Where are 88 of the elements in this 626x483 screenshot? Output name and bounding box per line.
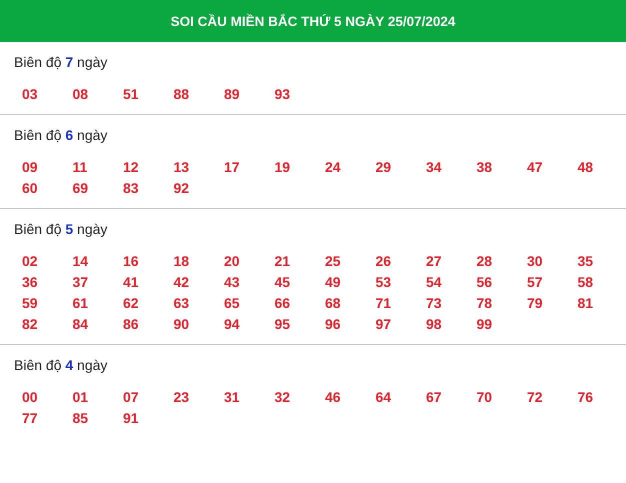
lottery-number: 38: [476, 159, 494, 176]
lottery-number: 35: [578, 253, 594, 270]
section-title: Biên độ 7 ngày: [13, 53, 108, 72]
lottery-number: 27: [426, 253, 443, 270]
lottery-number: 67: [426, 389, 443, 406]
lottery-number: 78: [476, 295, 494, 312]
lottery-number: 71: [376, 295, 392, 312]
lottery-number: 92: [174, 180, 190, 197]
lottery-number: 14: [72, 253, 90, 270]
lottery-number: 19: [274, 159, 292, 176]
lottery-number: 65: [224, 295, 241, 312]
lottery-number: 90: [174, 316, 190, 333]
lottery-number: 98: [426, 316, 443, 333]
lottery-number: 96: [325, 316, 342, 333]
lottery-number: 12: [123, 159, 140, 176]
lottery-number: 07: [123, 389, 140, 406]
lottery-number: 34: [426, 159, 443, 176]
lottery-number: 84: [72, 316, 90, 333]
lottery-number: 37: [72, 274, 90, 291]
section-title: Biên độ 5 ngày: [13, 220, 108, 239]
lottery-number: 09: [22, 159, 39, 176]
lottery-number: 48: [578, 159, 594, 176]
lottery-number: 00: [22, 389, 39, 406]
lottery-number: 41: [123, 274, 140, 291]
lottery-number: 43: [224, 274, 241, 291]
lottery-number: 11: [72, 159, 88, 176]
lottery-number: 89: [224, 86, 241, 103]
lottery-number: 28: [476, 253, 494, 270]
lottery-number: 08: [72, 86, 90, 103]
lottery-number: 68: [325, 295, 342, 312]
lottery-number: 29: [376, 159, 392, 176]
lottery-number: 54: [426, 274, 443, 291]
lottery-number: 30: [527, 253, 544, 270]
lottery-number: 86: [123, 316, 140, 333]
lottery-number: 97: [376, 316, 392, 333]
lottery-number: 42: [174, 274, 190, 291]
lottery-number: 32: [274, 389, 292, 406]
lottery-number: 73: [426, 295, 443, 312]
lottery-number: 88: [174, 86, 190, 103]
lottery-number: 72: [527, 389, 544, 406]
header-title: SOI CẦU MIỀN BẮC THỨ 5 NGÀY 25/07/2024: [170, 14, 456, 28]
lottery-number: 83: [123, 180, 140, 197]
lottery-number: 62: [123, 295, 140, 312]
lottery-number: 76: [578, 389, 594, 406]
lottery-number: 61: [72, 295, 90, 312]
lottery-number: 58: [578, 274, 594, 291]
lottery-number: 02: [22, 253, 39, 270]
lottery-number: 53: [376, 274, 392, 291]
lottery-number: 77: [22, 410, 39, 427]
lottery-number: 57: [527, 274, 544, 291]
lottery-number: 56: [476, 274, 494, 291]
lottery-number: 46: [325, 389, 342, 406]
lottery-number: 66: [274, 295, 292, 312]
lottery-number: 23: [174, 389, 190, 406]
lottery-number: 03: [22, 86, 39, 103]
lottery-number: 85: [72, 410, 90, 427]
lottery-number: 20: [224, 253, 241, 270]
lottery-number: 25: [325, 253, 342, 270]
lottery-number: 94: [224, 316, 241, 333]
lottery-number: 82: [22, 316, 39, 333]
lottery-number: 69: [72, 180, 90, 197]
lottery-number: 70: [476, 389, 494, 406]
lottery-number: 51: [123, 86, 140, 103]
lottery-number: 01: [72, 389, 90, 406]
lottery-number: 60: [22, 180, 39, 197]
lottery-number: 63: [174, 295, 190, 312]
lottery-number: 93: [274, 86, 292, 103]
lottery-number: 24: [325, 159, 342, 176]
lottery-number: 36: [22, 274, 39, 291]
lottery-number: 79: [527, 295, 544, 312]
lottery-number: 99: [476, 316, 494, 333]
lottery-number: 45: [274, 274, 292, 291]
lottery-number: 16: [123, 253, 140, 270]
lottery-number: 91: [123, 410, 140, 427]
lottery-number: 95: [274, 316, 292, 333]
lottery-number: 81: [578, 295, 594, 312]
lottery-number: 17: [224, 159, 241, 176]
lottery-number: 26: [376, 253, 392, 270]
lottery-number: 47: [527, 159, 544, 176]
lottery-number: 64: [376, 389, 392, 406]
section-title: Biên độ 6 ngày: [13, 126, 108, 145]
lottery-number: 59: [22, 295, 39, 312]
lottery-number: 31: [224, 389, 241, 406]
lottery-number: 13: [174, 159, 190, 176]
lottery-number: 49: [325, 274, 342, 291]
section-title: Biên độ 4 ngày: [13, 356, 108, 375]
lottery-number: 21: [274, 253, 292, 270]
lottery-number: 18: [174, 253, 190, 270]
